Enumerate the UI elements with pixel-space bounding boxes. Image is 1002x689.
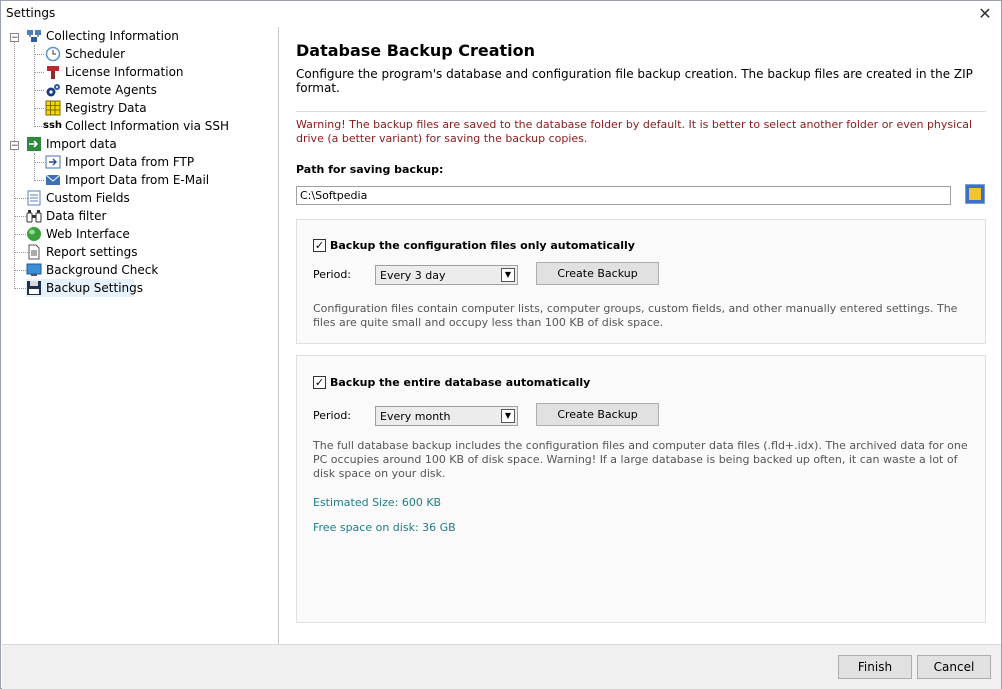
- chevron-down-icon: ▼: [501, 409, 515, 423]
- browse-folder-button[interactable]: [965, 184, 985, 204]
- tree-label: Report settings: [46, 245, 138, 259]
- ftp-import-icon: [45, 155, 61, 169]
- db-backup-description: The full database backup includes the co…: [313, 439, 968, 480]
- settings-tree: − Collecting Information Scheduler Licen…: [2, 27, 279, 644]
- floppy-disk-icon: [27, 281, 41, 295]
- tree-item-import-email[interactable]: Import Data from E-Mail: [45, 171, 225, 189]
- report-icon: [28, 244, 40, 260]
- tree-item-background-check[interactable]: Background Check: [26, 261, 176, 279]
- tree-line: [34, 90, 44, 91]
- create-db-backup-button[interactable]: Create Backup: [536, 403, 659, 426]
- config-backup-label: Backup the configuration files only auto…: [330, 239, 635, 252]
- tree-item-data-filter[interactable]: Data filter: [26, 207, 136, 225]
- page-description: Configure the program's database and con…: [296, 67, 973, 95]
- select-value: Every month: [380, 410, 451, 423]
- db-backup-label: Backup the entire database automatically: [330, 376, 591, 389]
- tree-item-web-interface[interactable]: Web Interface: [26, 225, 146, 243]
- globe-icon: [27, 227, 41, 241]
- path-label: Path for saving backup:: [296, 163, 444, 176]
- tree-label: Scheduler: [65, 47, 126, 61]
- period-label: Period:: [313, 268, 352, 281]
- binoculars-icon: [26, 210, 42, 223]
- tree-label: Remote Agents: [65, 83, 157, 97]
- tree-label: Collect Information via SSH: [65, 119, 230, 133]
- folder-icon: [969, 188, 981, 200]
- config-backup-panel: ✓ Backup the configuration files only au…: [296, 219, 986, 344]
- tree-label: Import data: [46, 137, 117, 151]
- ssh-icon: ssh: [43, 120, 63, 131]
- config-period-select[interactable]: Every 3 day ▼: [375, 265, 518, 285]
- tree-line: [34, 45, 35, 127]
- custom-fields-icon: [27, 190, 41, 206]
- tree-label: Backup Settings: [46, 281, 144, 295]
- create-config-backup-button[interactable]: Create Backup: [536, 262, 659, 285]
- tree-item-license-information[interactable]: License Information: [45, 63, 185, 81]
- tree-label: Data filter: [46, 209, 107, 223]
- tree-item-remote-agents[interactable]: Remote Agents: [45, 81, 175, 99]
- tree-item-collect-ssh[interactable]: ssh Collect Information via SSH: [43, 117, 245, 135]
- collapse-import-data[interactable]: −: [10, 141, 19, 151]
- tree-line: [34, 72, 44, 73]
- config-backup-description: Configuration files contain computer lis…: [313, 302, 958, 329]
- tree-line: [34, 54, 44, 55]
- backup-path-input[interactable]: [296, 186, 951, 205]
- tree-line: [34, 180, 44, 181]
- tree-item-report-settings[interactable]: Report settings: [26, 243, 156, 261]
- dialog-footer: Finish Cancel: [2, 644, 1001, 689]
- config-backup-checkbox[interactable]: ✓: [313, 239, 326, 252]
- title-bar: Settings ✕: [1, 1, 1001, 27]
- tree-item-collecting-information[interactable]: Collecting Information: [26, 27, 186, 45]
- tree-item-scheduler[interactable]: Scheduler: [45, 45, 165, 63]
- collect-info-icon: [27, 30, 41, 42]
- agents-gear-icon: [46, 84, 60, 97]
- cancel-button[interactable]: Cancel: [917, 655, 991, 679]
- db-period-select[interactable]: Every month ▼: [375, 406, 518, 426]
- tree-label: Background Check: [46, 263, 159, 277]
- close-icon[interactable]: ✕: [975, 4, 995, 24]
- backup-settings-page: Database Backup Creation Configure the p…: [279, 27, 1001, 644]
- tree-item-registry-data[interactable]: Registry Data: [45, 99, 165, 117]
- finish-button[interactable]: Finish: [838, 655, 912, 679]
- warning-text: Warning! The backup files are saved to t…: [296, 118, 973, 145]
- tree-label: Custom Fields: [46, 191, 130, 205]
- tree-item-custom-fields[interactable]: Custom Fields: [26, 189, 146, 207]
- tree-line: [34, 108, 44, 109]
- monitor-icon: [26, 263, 42, 276]
- tree-label: Collecting Information: [46, 29, 179, 43]
- db-backup-checkbox[interactable]: ✓: [313, 376, 326, 389]
- tree-item-import-data[interactable]: Import data: [26, 135, 136, 153]
- import-icon: [27, 137, 41, 151]
- clock-icon: [45, 46, 61, 62]
- free-space: Free space on disk: 36 GB: [313, 521, 456, 534]
- tree-item-backup-settings[interactable]: Backup Settings: [26, 279, 143, 297]
- database-backup-panel: ✓ Backup the entire database automatical…: [296, 355, 986, 623]
- tree-label: Import Data from FTP: [65, 155, 195, 169]
- tree-label: Web Interface: [46, 227, 130, 241]
- page-title: Database Backup Creation: [296, 41, 536, 60]
- divider: [296, 111, 986, 112]
- tree-item-import-ftp[interactable]: Import Data from FTP: [45, 153, 205, 171]
- settings-window: Settings ✕ − Collecting Information Sche…: [0, 0, 1002, 689]
- registry-grid-icon: [45, 100, 61, 116]
- period-label: Period:: [313, 409, 352, 422]
- tree-line: [34, 153, 35, 181]
- email-import-icon: [45, 174, 61, 185]
- select-value: Every 3 day: [380, 269, 446, 282]
- chevron-down-icon: ▼: [501, 268, 515, 282]
- license-icon: [47, 66, 59, 79]
- tree-label: Import Data from E-Mail: [65, 173, 210, 187]
- window-title: Settings: [6, 6, 56, 20]
- collapse-collecting-info[interactable]: −: [10, 33, 19, 43]
- tree-line: [34, 162, 44, 163]
- estimated-size: Estimated Size: 600 KB: [313, 496, 442, 509]
- tree-label: Registry Data: [65, 101, 147, 115]
- tree-label: License Information: [65, 65, 184, 79]
